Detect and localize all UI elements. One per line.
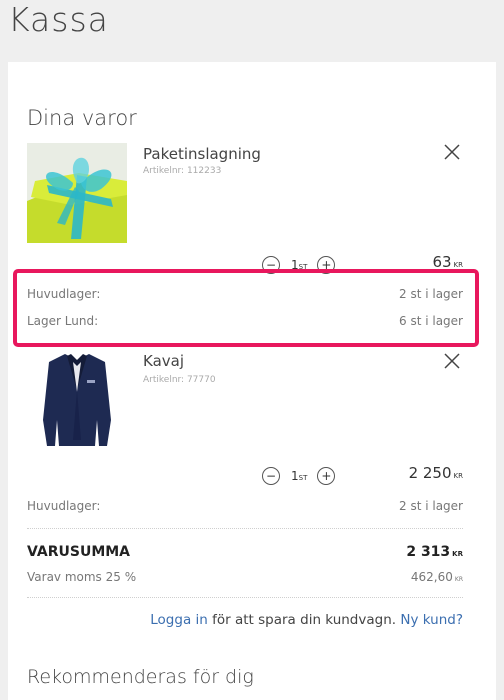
stock-amount: 2 st i lager xyxy=(399,287,463,301)
stock-location: Huvudlager: xyxy=(27,499,101,513)
blazer-image xyxy=(27,350,127,450)
quantity-value: 1ST xyxy=(291,258,308,272)
new-customer-link[interactable]: Ny kund? xyxy=(400,612,463,628)
divider xyxy=(27,528,463,529)
item-name[interactable]: Paketinslagning xyxy=(143,145,261,163)
recommend-heading: Rekommenderas för dig xyxy=(27,666,254,688)
login-text: för att spara din kundvagn. xyxy=(212,612,397,628)
cart-heading: Dina varor xyxy=(27,106,137,130)
item-name[interactable]: Kavaj xyxy=(143,352,184,370)
stock-amount: 2 st i lager xyxy=(399,499,463,513)
remove-item-button[interactable] xyxy=(440,140,464,164)
stock-location: Huvudlager: xyxy=(27,287,101,301)
stock-location: Lager Lund: xyxy=(27,314,99,328)
total-value: 2 313 KR xyxy=(406,544,463,560)
item-price: 63 KR xyxy=(432,253,463,271)
cart-card: Dina varor Paketinslagning Artikelnr: 11… xyxy=(8,62,496,700)
close-icon xyxy=(444,144,460,160)
gift-box-image xyxy=(27,143,127,243)
increment-button[interactable]: + xyxy=(317,256,336,274)
stock-row: Huvudlager: 2 st i lager xyxy=(27,287,463,301)
quantity-value: 1ST xyxy=(291,469,308,483)
vat-label: Varav moms 25 % xyxy=(27,570,137,584)
increment-button[interactable]: + xyxy=(317,467,336,485)
total-label: VARUSUMMA xyxy=(27,544,131,560)
item-article-number: Artikelnr: 112233 xyxy=(143,166,222,176)
item-price: 2 250 KR xyxy=(408,464,463,482)
stock-row: Lager Lund: 6 st i lager xyxy=(27,314,463,328)
stock-row: Huvudlager: 2 st i lager xyxy=(27,499,463,513)
vat-value: 462,60 KR xyxy=(410,570,463,584)
quantity-stepper: − 1ST + xyxy=(262,467,336,485)
login-prompt: Logga in för att spara din kundvagn. Ny … xyxy=(150,612,463,628)
stock-amount: 6 st i lager xyxy=(399,314,463,328)
decrement-button[interactable]: − xyxy=(262,467,280,485)
item-article-number: Artikelnr: 77770 xyxy=(143,375,216,385)
decrement-button[interactable]: − xyxy=(262,256,280,274)
login-link[interactable]: Logga in xyxy=(150,612,208,628)
remove-item-button[interactable] xyxy=(440,349,464,373)
quantity-stepper: − 1ST + xyxy=(262,256,336,274)
divider xyxy=(27,597,463,598)
page-title: Kassa xyxy=(8,0,109,39)
close-icon xyxy=(444,353,460,369)
